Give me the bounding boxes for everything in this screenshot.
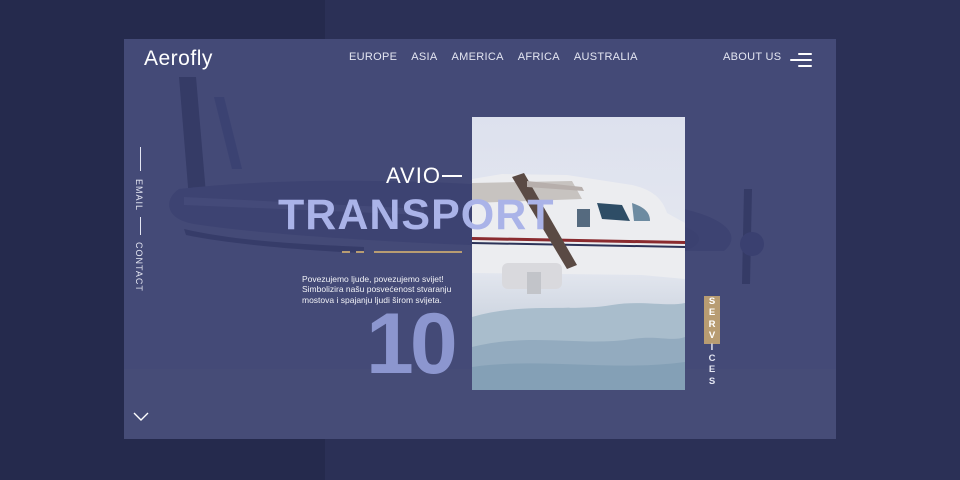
kicker-dash [442,175,462,177]
nav-item-europe[interactable]: EUROPE [349,51,397,63]
services-letter: S [708,375,716,387]
aircraft-illustration [472,173,685,390]
services-letter: I [710,341,714,353]
hero-title: TRANSPORT [278,191,555,239]
nav-about-us[interactable]: ABOUT US [723,51,781,63]
side-divider-middle [140,217,141,235]
hero-kicker: AVIO [386,163,441,188]
hero-photo-aircraft [472,117,685,390]
nav-item-america[interactable]: AMERICA [452,51,504,63]
services-vertical-label[interactable]: S E R V I C E S [707,296,717,387]
brand-logo[interactable]: Aerofly [144,47,213,71]
services-letter: V [708,330,716,342]
nav-item-africa[interactable]: AFRICA [518,51,560,63]
side-divider-top [140,147,141,171]
accent-line [374,251,462,253]
accent-dash-2 [356,251,364,253]
nav-item-australia[interactable]: AUSTRALIA [574,51,638,63]
accent-dash-1 [342,251,350,253]
services-letter: S [708,296,716,307]
services-letter: C [708,353,716,365]
services-letter: E [708,364,716,376]
side-link-contact[interactable]: CONTACT [134,242,144,292]
services-letter: E [708,307,716,319]
services-letter: R [708,318,716,330]
hero-card: Aerofly EUROPE ASIA AMERICA AFRICA AUSTR… [124,39,836,439]
services-count: 10 [366,296,458,392]
side-link-email[interactable]: EMAIL [134,179,144,211]
hamburger-menu-icon[interactable] [790,52,812,68]
nav-item-asia[interactable]: ASIA [411,51,437,63]
chevron-down-icon[interactable] [133,411,149,423]
main-nav: EUROPE ASIA AMERICA AFRICA AUSTRALIA [349,51,638,63]
